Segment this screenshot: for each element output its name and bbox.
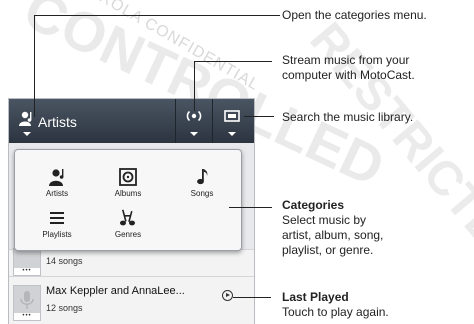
callout-text: playlist, or genre. bbox=[282, 243, 374, 257]
list-item-last-played[interactable]: ••• Max Keppler and AnnaLee... 12 songs bbox=[9, 276, 254, 324]
chevron-down-icon bbox=[190, 132, 198, 136]
callout-leader bbox=[229, 207, 272, 208]
current-category-label: Artists bbox=[38, 114, 77, 130]
callout-leader bbox=[194, 61, 272, 62]
category-label: Genres bbox=[114, 230, 142, 239]
category-label: Songs bbox=[190, 189, 214, 198]
category-label: Artists bbox=[45, 189, 69, 198]
callout-leader bbox=[244, 116, 274, 117]
album-art-thumbnail: ••• bbox=[13, 285, 41, 321]
callout-categories: Categories Select music by artist, album… bbox=[282, 198, 383, 258]
song-count: 14 songs bbox=[46, 256, 83, 266]
category-genres[interactable]: Genres bbox=[100, 208, 156, 239]
more-options-icon[interactable]: ••• bbox=[14, 313, 40, 320]
callout-open-categories: Open the categories menu. bbox=[282, 8, 427, 23]
music-note-icon bbox=[174, 167, 230, 187]
artist-name: Max Keppler and AnnaLee... bbox=[46, 285, 185, 297]
callout-title: Categories bbox=[282, 198, 345, 212]
category-label: Playlists bbox=[42, 230, 72, 239]
category-label: Albums bbox=[114, 189, 142, 198]
category-songs[interactable]: Songs bbox=[174, 167, 230, 198]
callout-text: Search the music library. bbox=[282, 110, 414, 124]
music-app-screen: Artists ••• 14 songs ••• Max Keppler and… bbox=[8, 98, 255, 324]
callout-text: Select music by bbox=[282, 213, 367, 227]
album-icon bbox=[100, 167, 156, 187]
callout-search: Search the music library. bbox=[282, 110, 413, 125]
categories-menu: Artists Albums Songs Playlists Genres bbox=[14, 149, 242, 251]
search-library-button[interactable] bbox=[213, 99, 253, 143]
callout-leader bbox=[194, 61, 195, 111]
genres-icon bbox=[100, 208, 156, 228]
callout-text: artist, album, song, bbox=[282, 228, 384, 242]
library-search-icon bbox=[224, 110, 240, 122]
callout-leader bbox=[34, 15, 280, 16]
callout-text: Open the categories menu. bbox=[282, 8, 427, 22]
callout-leader bbox=[233, 297, 271, 298]
album-art-thumbnail: ••• bbox=[13, 248, 41, 276]
chevron-down-icon bbox=[23, 132, 31, 136]
category-albums[interactable]: Albums bbox=[100, 167, 156, 198]
more-options-icon[interactable]: ••• bbox=[14, 268, 40, 275]
song-count: 12 songs bbox=[46, 303, 83, 313]
callout-text: computer with MotoCast. bbox=[282, 68, 415, 82]
callout-text: Touch to play again. bbox=[282, 305, 389, 319]
action-bar: Artists bbox=[9, 99, 254, 143]
artist-icon bbox=[29, 167, 85, 187]
play-icon[interactable] bbox=[222, 290, 233, 301]
microphone-icon bbox=[20, 291, 34, 309]
playlist-icon bbox=[29, 208, 85, 228]
category-artists[interactable]: Artists bbox=[29, 167, 85, 198]
callout-stream: Stream music from your computer with Mot… bbox=[282, 53, 415, 83]
callout-title: Last Played bbox=[282, 290, 349, 304]
category-playlists[interactable]: Playlists bbox=[29, 208, 85, 239]
callout-last-played: Last Played Touch to play again. bbox=[282, 290, 389, 320]
list-item[interactable]: ••• 14 songs bbox=[9, 248, 254, 276]
callout-text: Stream music from your bbox=[282, 53, 410, 67]
callout-leader bbox=[34, 15, 35, 117]
chevron-down-icon bbox=[228, 132, 236, 136]
